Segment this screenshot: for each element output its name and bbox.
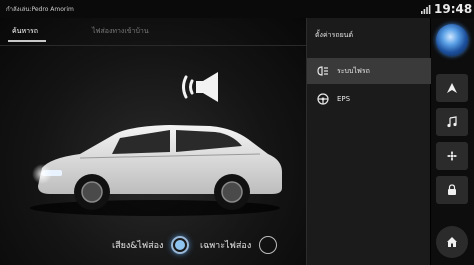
- now-playing-text: กำลังเล่น:Pedro Amorim: [6, 6, 74, 13]
- climate-button[interactable]: [436, 142, 468, 170]
- home-button[interactable]: [436, 226, 468, 258]
- radio-unselected-icon[interactable]: [259, 236, 278, 254]
- settings-title: ตั้งค่ารถยนต์: [315, 31, 354, 39]
- music-note-icon: [447, 116, 457, 128]
- car-settings-button[interactable]: [436, 176, 468, 204]
- horn-speaker-icon: [182, 72, 218, 102]
- signal-icon: [421, 5, 431, 14]
- settings-item-label: EPS: [337, 95, 351, 103]
- fan-icon: [447, 151, 457, 161]
- navigation-arrow-icon: [447, 83, 457, 93]
- settings-item-eps[interactable]: EPS: [307, 86, 431, 112]
- settings-item-vehicle-lights[interactable]: ระบบไฟรถ: [307, 58, 431, 84]
- option-label: เสียง&ไฟส่อง: [112, 241, 164, 251]
- music-button[interactable]: [436, 108, 468, 136]
- tab-bar: ค้นหารถ ไฟส่องทางเข้าบ้าน: [0, 18, 306, 46]
- car-image: [30, 125, 282, 216]
- option-sound-and-light[interactable]: เสียง&ไฟส่อง: [112, 236, 190, 254]
- headlight-icon: [317, 66, 328, 76]
- radio-selected-icon[interactable]: [171, 236, 190, 254]
- vehicle-locator-panel: ค้นหารถ ไฟส่องทางเข้าบ้าน เสียง&ไฟส่อง เ…: [0, 18, 306, 265]
- tab-find-car[interactable]: ค้นหารถ: [7, 26, 47, 42]
- navigation-button[interactable]: [436, 74, 468, 102]
- option-light-only[interactable]: เฉพาะไฟส่อง: [200, 236, 278, 254]
- steering-wheel-icon: [317, 93, 329, 105]
- option-label: เฉพาะไฟส่อง: [200, 241, 252, 251]
- status-bar: กำลังเล่น:Pedro Amorim 19:48: [0, 0, 474, 18]
- vehicle-settings-panel: ตั้งค่ารถยนต์ ระบบไฟรถ EPS: [306, 18, 431, 265]
- nav-rail: [431, 18, 474, 265]
- tab-home-lights[interactable]: ไฟส่องทางเข้าบ้าน: [92, 26, 149, 37]
- globe-icon[interactable]: [436, 24, 468, 56]
- clock: 19:48: [434, 2, 473, 16]
- settings-item-label: ระบบไฟรถ: [337, 66, 370, 75]
- home-icon: [447, 237, 457, 247]
- car-settings-icon: [448, 184, 456, 195]
